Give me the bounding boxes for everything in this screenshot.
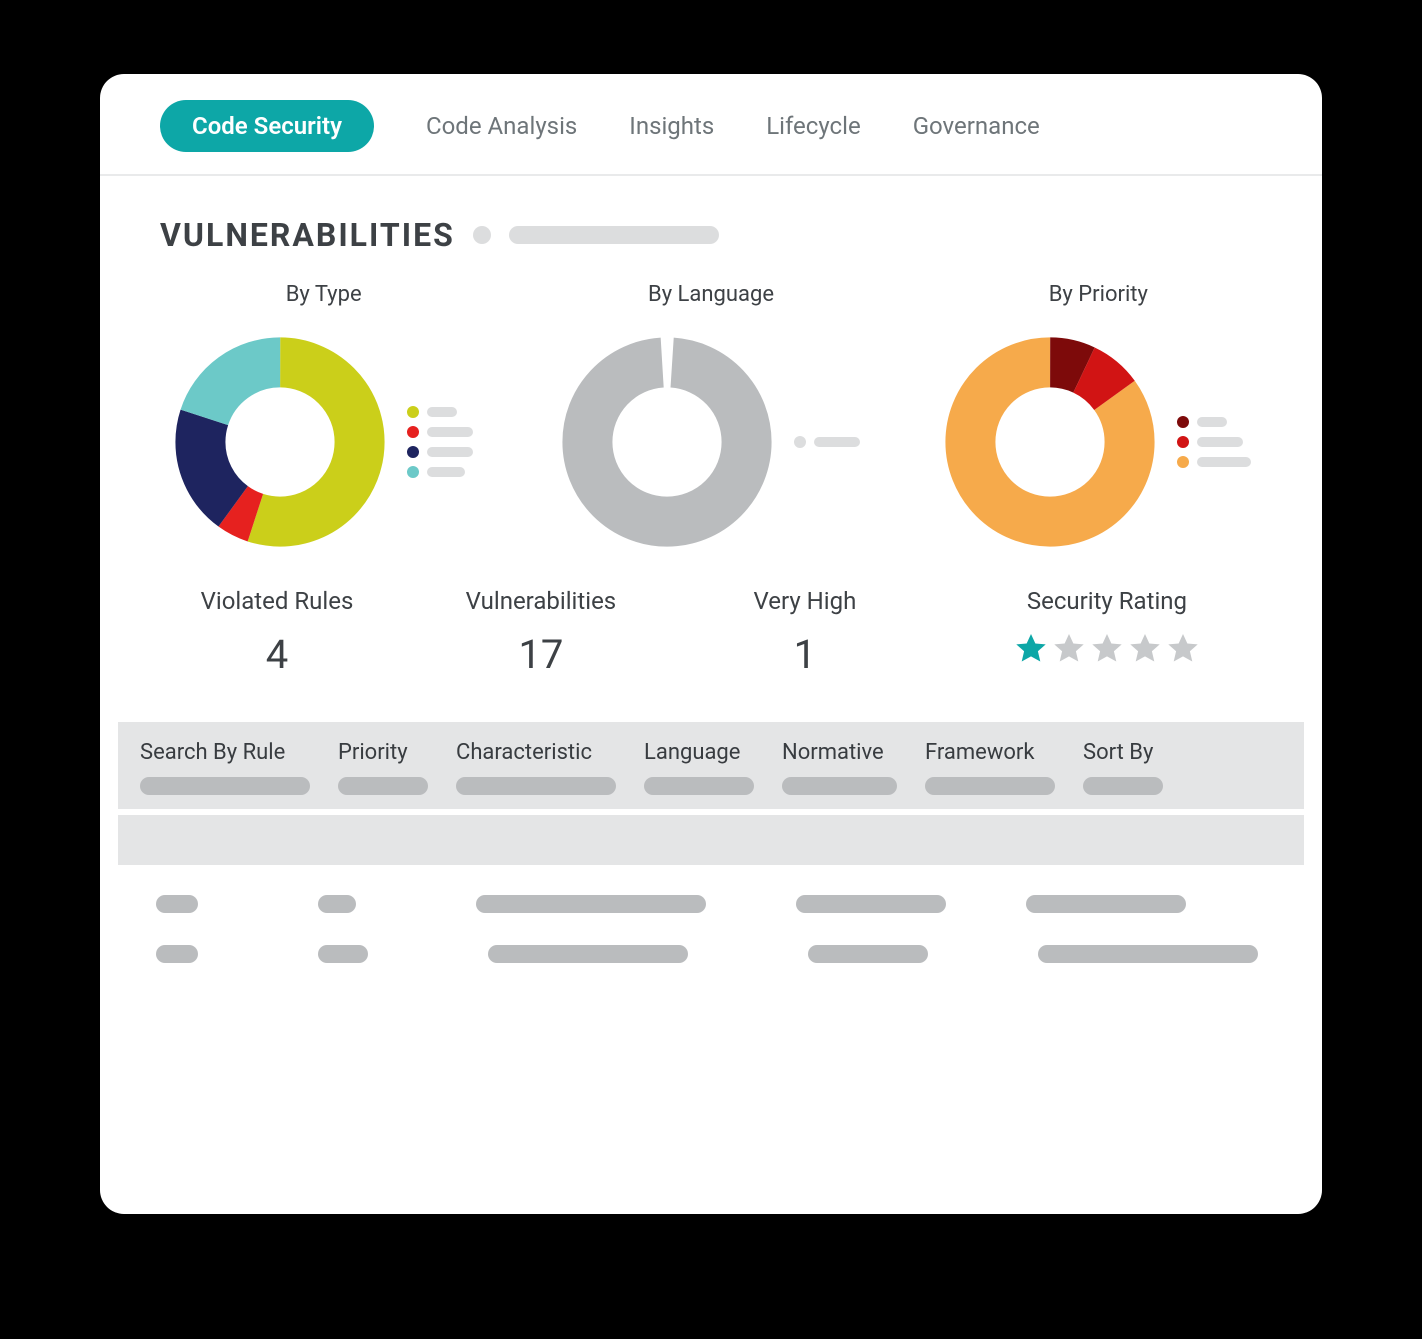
section-title: VULNERABILITIES — [160, 216, 455, 254]
filter-placeholder — [456, 777, 616, 795]
legend-placeholder — [427, 467, 465, 477]
filter-label: Language — [644, 740, 740, 765]
filter-label: Search By Rule — [140, 740, 285, 765]
donut-chart-by-priority[interactable] — [945, 337, 1155, 547]
star-icon — [1127, 631, 1163, 667]
filter-sort-by[interactable]: Sort By — [1075, 740, 1171, 795]
cell-placeholder — [1038, 945, 1258, 963]
filter-placeholder — [140, 777, 310, 795]
legend-placeholder — [427, 427, 473, 437]
tab-governance[interactable]: Governance — [913, 100, 1040, 152]
legend-dot-icon — [407, 406, 419, 418]
star-icon — [1165, 631, 1201, 667]
cell-placeholder — [476, 895, 706, 913]
cell-placeholder — [1026, 895, 1186, 913]
filter-normative[interactable]: Normative — [774, 740, 905, 795]
cell-placeholder — [808, 945, 928, 963]
legend-by-priority — [1177, 416, 1251, 468]
results-row — [156, 945, 1266, 963]
tab-code-security[interactable]: Code Security — [160, 100, 374, 152]
filter-label: Normative — [782, 740, 884, 765]
results-row — [156, 895, 1266, 913]
cell-placeholder — [318, 895, 356, 913]
filter-search-by-rule[interactable]: Search By Rule — [132, 740, 318, 795]
filter-placeholder — [1083, 777, 1163, 795]
stat-value-violated-rules: 4 — [150, 631, 404, 678]
results-list — [100, 865, 1322, 963]
filter-language[interactable]: Language — [636, 740, 762, 795]
tab-bar: Code Security Code Analysis Insights Lif… — [100, 74, 1322, 176]
legend-dot-icon — [794, 436, 806, 448]
stat-label-violated-rules: Violated Rules — [150, 587, 404, 615]
cell-placeholder — [156, 945, 198, 963]
stat-label-vulnerabilities: Vulnerabilities — [414, 587, 668, 615]
star-icon — [1051, 631, 1087, 667]
star-icon — [1013, 631, 1049, 667]
donut-chart-by-type[interactable] — [175, 337, 385, 547]
legend-dot-icon — [1177, 416, 1189, 428]
tab-lifecycle[interactable]: Lifecycle — [766, 100, 860, 152]
filter-bar: Search By Rule Priority Characteristic L… — [118, 722, 1304, 809]
filter-subbar — [118, 815, 1304, 865]
dashboard-panel: Code Security Code Analysis Insights Lif… — [100, 74, 1322, 1214]
filter-characteristic[interactable]: Characteristic — [448, 740, 624, 795]
legend-dot-icon — [407, 426, 419, 438]
legend-placeholder — [427, 407, 457, 417]
stat-value-vulnerabilities: 17 — [414, 631, 668, 678]
legend-dot-icon — [1177, 456, 1189, 468]
legend-by-type — [407, 406, 473, 478]
chart-title-by-language: By Language — [648, 282, 774, 307]
filter-label: Sort By — [1083, 740, 1153, 765]
stat-label-security-rating: Security Rating — [942, 587, 1272, 615]
legend-by-language — [794, 436, 860, 448]
security-rating-stars — [942, 631, 1272, 667]
legend-placeholder — [1197, 437, 1243, 447]
filter-label: Framework — [925, 740, 1035, 765]
filter-priority[interactable]: Priority — [330, 740, 436, 795]
tab-insights[interactable]: Insights — [629, 100, 714, 152]
filter-placeholder — [925, 777, 1055, 795]
filter-placeholder — [782, 777, 897, 795]
legend-dot-icon — [407, 466, 419, 478]
stat-value-very-high: 1 — [678, 631, 932, 678]
filter-placeholder — [338, 777, 428, 795]
legend-placeholder — [1197, 457, 1251, 467]
stat-label-very-high: Very High — [678, 587, 932, 615]
chart-title-by-type: By Type — [286, 282, 362, 307]
filter-placeholder — [644, 777, 754, 795]
filter-label: Characteristic — [456, 740, 592, 765]
filter-label: Priority — [338, 740, 408, 765]
legend-dot-icon — [1177, 436, 1189, 448]
cell-placeholder — [796, 895, 946, 913]
tab-code-analysis[interactable]: Code Analysis — [426, 100, 577, 152]
legend-placeholder — [814, 437, 860, 447]
star-icon — [1089, 631, 1125, 667]
filter-framework[interactable]: Framework — [917, 740, 1063, 795]
placeholder-icon — [473, 226, 491, 244]
chart-title-by-priority: By Priority — [1049, 282, 1148, 307]
legend-placeholder — [427, 447, 473, 457]
donut-chart-by-language[interactable] — [562, 337, 772, 547]
cell-placeholder — [318, 945, 368, 963]
cell-placeholder — [156, 895, 198, 913]
legend-dot-icon — [407, 446, 419, 458]
legend-placeholder — [1197, 417, 1227, 427]
cell-placeholder — [488, 945, 688, 963]
placeholder-bar — [509, 226, 719, 244]
